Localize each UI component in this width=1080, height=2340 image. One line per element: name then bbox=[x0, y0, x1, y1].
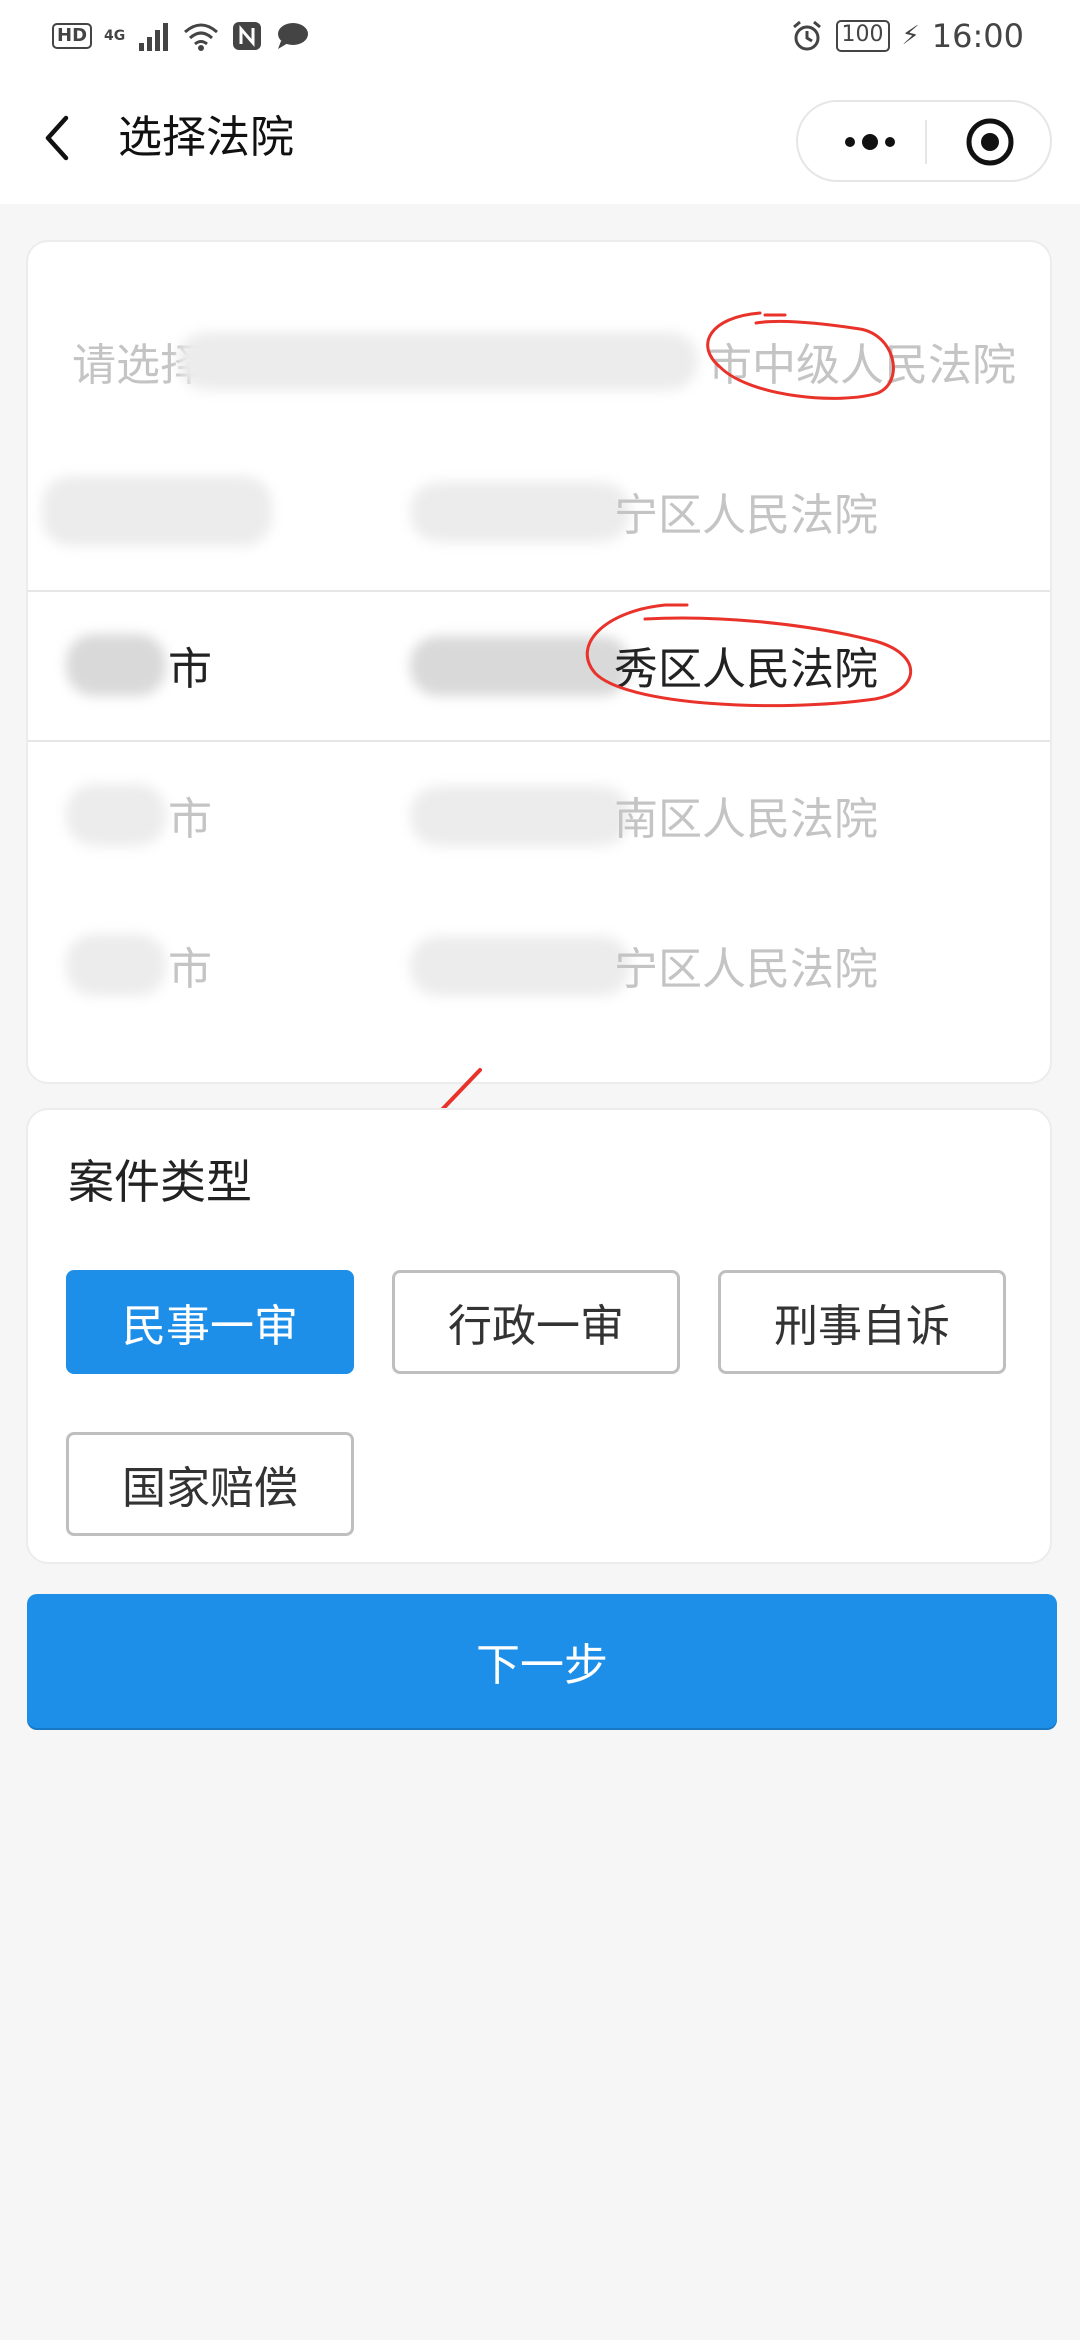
clock: 16:00 bbox=[931, 17, 1024, 55]
redacted-area bbox=[66, 784, 166, 846]
next-step-button[interactable]: 下一步 bbox=[27, 1594, 1057, 1728]
court-picker[interactable]: 请选择 市中级人民法院 宁区人民法院 市 秀区人民法院 市 南区人民法院 市 宁… bbox=[26, 240, 1052, 1084]
court-name: 市中级人民法院 bbox=[708, 340, 1016, 391]
chat-icon bbox=[278, 23, 309, 49]
back-arrow-icon[interactable] bbox=[36, 110, 84, 166]
battery-level: 100 bbox=[835, 20, 890, 52]
court-name: 宁区人民法院 bbox=[614, 490, 878, 541]
nav-bar: 选择法院 bbox=[0, 72, 1080, 204]
redacted-area bbox=[410, 936, 630, 996]
case-type-title: 案件类型 bbox=[68, 1155, 252, 1209]
status-left: HD 4G bbox=[52, 16, 309, 56]
more-dots-icon[interactable] bbox=[830, 116, 910, 168]
court-name: 南区人民法院 bbox=[614, 794, 878, 845]
city-name: 市 bbox=[168, 644, 212, 695]
case-type-option-admin[interactable]: 行政一审 bbox=[392, 1270, 680, 1374]
picker-row[interactable]: 市 南区人民法院 bbox=[28, 740, 1050, 890]
picker-row-selected[interactable]: 市 秀区人民法院 bbox=[28, 590, 1050, 740]
bolt-icon: ⚡ bbox=[901, 21, 920, 51]
nfc-icon bbox=[233, 22, 262, 50]
signal-icon bbox=[139, 23, 169, 51]
case-type-card: 案件类型 民事一审 行政一审 刑事自诉 国家赔偿 bbox=[26, 1108, 1052, 1564]
redacted-area bbox=[178, 332, 698, 390]
picker-row[interactable]: 宁区人民法院 bbox=[28, 436, 1050, 586]
redacted-area bbox=[410, 786, 630, 846]
page-title: 选择法院 bbox=[118, 112, 294, 163]
city-name: 市 bbox=[168, 944, 212, 995]
redacted-area bbox=[410, 482, 630, 542]
picker-row[interactable]: 请选择 市中级人民法院 bbox=[28, 286, 1050, 436]
case-type-option-compensation[interactable]: 国家赔偿 bbox=[66, 1432, 354, 1536]
hd-icon: HD bbox=[52, 23, 93, 49]
alarm-icon bbox=[792, 20, 821, 51]
status-bar: HD 4G 100 ⚡ 16:00 bbox=[0, 0, 1080, 72]
redacted-area bbox=[66, 634, 166, 696]
case-type-option-criminal[interactable]: 刑事自诉 bbox=[718, 1270, 1006, 1374]
status-right: 100 ⚡ 16:00 bbox=[790, 16, 1024, 56]
redacted-area bbox=[410, 636, 630, 696]
picker-row[interactable]: 市 宁区人民法院 bbox=[28, 890, 1050, 1040]
court-name: 秀区人民法院 bbox=[614, 644, 878, 695]
network-type: 4G bbox=[104, 28, 126, 44]
case-type-option-civil[interactable]: 民事一审 bbox=[66, 1270, 354, 1374]
target-icon[interactable] bbox=[964, 116, 1016, 168]
mini-program-capsule bbox=[796, 100, 1052, 182]
capsule-divider bbox=[925, 120, 927, 164]
city-name: 市 bbox=[168, 794, 212, 845]
wifi-icon bbox=[184, 23, 219, 51]
court-name: 宁区人民法院 bbox=[614, 944, 878, 995]
redacted-area bbox=[66, 934, 166, 996]
redacted-area bbox=[42, 476, 272, 546]
